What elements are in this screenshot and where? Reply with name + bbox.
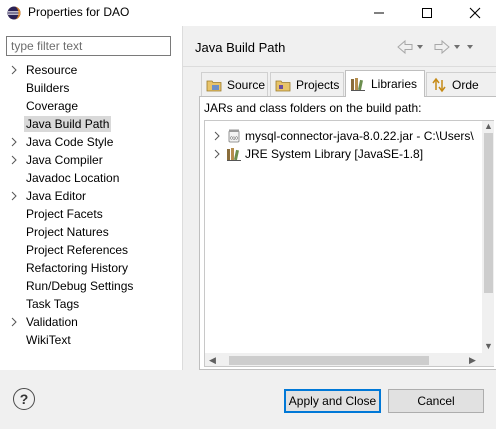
order-export-icon [432,77,446,92]
close-icon [469,7,481,19]
nav-item-java-compiler[interactable]: Java Compiler [0,151,182,169]
expand-chevron-icon[interactable] [212,149,222,159]
tab-strip: Source Projects Libraries Orde [199,70,496,97]
maximize-button[interactable] [404,0,450,26]
dialog-footer: ? Apply and Close Cancel [0,370,496,429]
nav-item-task-tags[interactable]: Task Tags [0,295,182,313]
jar-icon: 010 [228,129,240,143]
libraries-tab-content: JARs and class folders on the build path… [199,96,496,370]
tab-order-export-label: Orde [452,77,479,92]
help-button[interactable]: ? [13,388,35,410]
vertical-scroll-thumb[interactable] [484,133,493,293]
cancel-button[interactable]: Cancel [388,389,484,413]
expand-chevron-icon[interactable] [9,190,19,202]
scroll-up-icon[interactable]: ▲ [484,121,493,131]
source-folder-icon [206,80,222,91]
nav-item-validation[interactable]: Validation [0,313,182,331]
back-arrow-icon[interactable] [397,39,413,55]
header-divider [183,66,496,67]
nav-item-javadoc-location[interactable]: Javadoc Location [0,169,182,187]
expand-chevron-icon[interactable] [212,131,222,141]
tree-item-label: JRE System Library [JavaSE-1.8] [245,147,424,161]
expand-chevron-icon[interactable] [9,136,19,148]
projects-icon [275,80,291,91]
maximize-icon [422,8,432,18]
filter-input[interactable] [6,36,171,56]
nav-item-refactoring-history[interactable]: Refactoring History [0,259,182,277]
nav-item-project-facets[interactable]: Project Facets [0,205,182,223]
forward-history-dropdown-icon[interactable] [454,45,460,49]
tab-projects-label: Projects [296,77,340,92]
nav-item-label: Validation [26,315,78,329]
apply-and-close-button[interactable]: Apply and Close [284,389,381,413]
help-icon: ? [19,391,29,407]
nav-item-label: Project Natures [26,225,109,239]
nav-item-label: Javadoc Location [26,171,120,185]
nav-item-label: Project Facets [26,207,103,221]
tab-source[interactable]: Source [201,72,268,96]
nav-item-label: Task Tags [26,297,80,311]
libraries-icon [351,78,365,91]
tab-source-label: Source [227,77,266,92]
jre-library-icon [227,148,241,161]
minimize-icon [374,12,384,14]
preferences-nav-pane: Resource Builders Coverage Java Build Path J… [0,26,182,370]
nav-item-resource[interactable]: Resource [0,61,182,79]
nav-item-java-build-path[interactable]: Java Build Path [0,115,182,133]
tab-libraries[interactable]: Libraries [345,70,425,97]
page-nav-toolbar [397,39,473,55]
nav-item-java-editor[interactable]: Java Editor [0,187,182,205]
property-page: Java Build Path Source Projects Librarie… [183,26,496,370]
tab-projects[interactable]: Projects [270,72,344,96]
expand-chevron-icon[interactable] [9,154,19,166]
nav-item-label: Project References [26,243,129,257]
forward-arrow-icon[interactable] [434,39,450,55]
nav-item-label: Java Build Path [24,116,112,132]
nav-item-project-natures[interactable]: Project Natures [0,223,182,241]
nav-item-project-references[interactable]: Project References [0,241,182,259]
libraries-description: JARs and class folders on the build path… [204,101,422,115]
nav-item-java-code-style[interactable]: Java Code Style [0,133,182,151]
nav-item-label: Java Editor [26,189,87,203]
back-history-dropdown-icon[interactable] [417,45,423,49]
page-title: Java Build Path [195,40,286,55]
close-button[interactable] [452,0,496,26]
horizontal-scrollbar[interactable]: ◀ ▶ [205,353,494,366]
nav-item-label: Builders [26,81,70,95]
nav-item-label: Run/Debug Settings [26,279,134,293]
vertical-scrollbar[interactable]: ▲ ▼ [482,121,494,353]
tab-libraries-label: Libraries [371,77,418,91]
nav-item-wikitext[interactable]: WikiText [0,331,182,349]
nav-item-label: Refactoring History [26,261,129,275]
nav-item-run-debug-settings[interactable]: Run/Debug Settings [0,277,182,295]
tree-item-label: mysql-connector-java-8.0.22.jar - C:\Use… [245,129,474,143]
expand-chevron-icon[interactable] [9,64,19,76]
scroll-down-icon[interactable]: ▼ [484,341,493,351]
minimize-button[interactable] [356,0,402,26]
nav-item-label: WikiText [26,333,71,347]
tree-item-mysql-connector[interactable]: 010 mysql-connector-java-8.0.22.jar - C:… [205,127,494,145]
horizontal-scroll-thumb[interactable] [229,356,429,365]
libraries-tree[interactable]: 010 mysql-connector-java-8.0.22.jar - C:… [204,120,494,367]
view-menu-icon[interactable] [467,45,473,49]
nav-item-label: Resource [26,63,78,77]
scroll-left-icon[interactable]: ◀ [209,355,216,366]
nav-item-builders[interactable]: Builders [0,79,182,97]
scroll-right-icon[interactable]: ▶ [469,355,476,366]
nav-item-coverage[interactable]: Coverage [0,97,182,115]
title-bar: Properties for DAO [0,0,496,26]
nav-item-label: Java Compiler [26,153,103,167]
nav-item-label: Java Code Style [26,135,114,149]
svg-text:010: 010 [230,136,238,141]
eclipse-icon [7,6,21,20]
expand-chevron-icon[interactable] [9,316,19,328]
nav-item-label: Coverage [26,99,79,113]
tab-order-export[interactable]: Orde [426,72,496,96]
tree-item-jre-system-library[interactable]: JRE System Library [JavaSE-1.8] [205,145,494,163]
window-title: Properties for DAO [28,5,130,19]
